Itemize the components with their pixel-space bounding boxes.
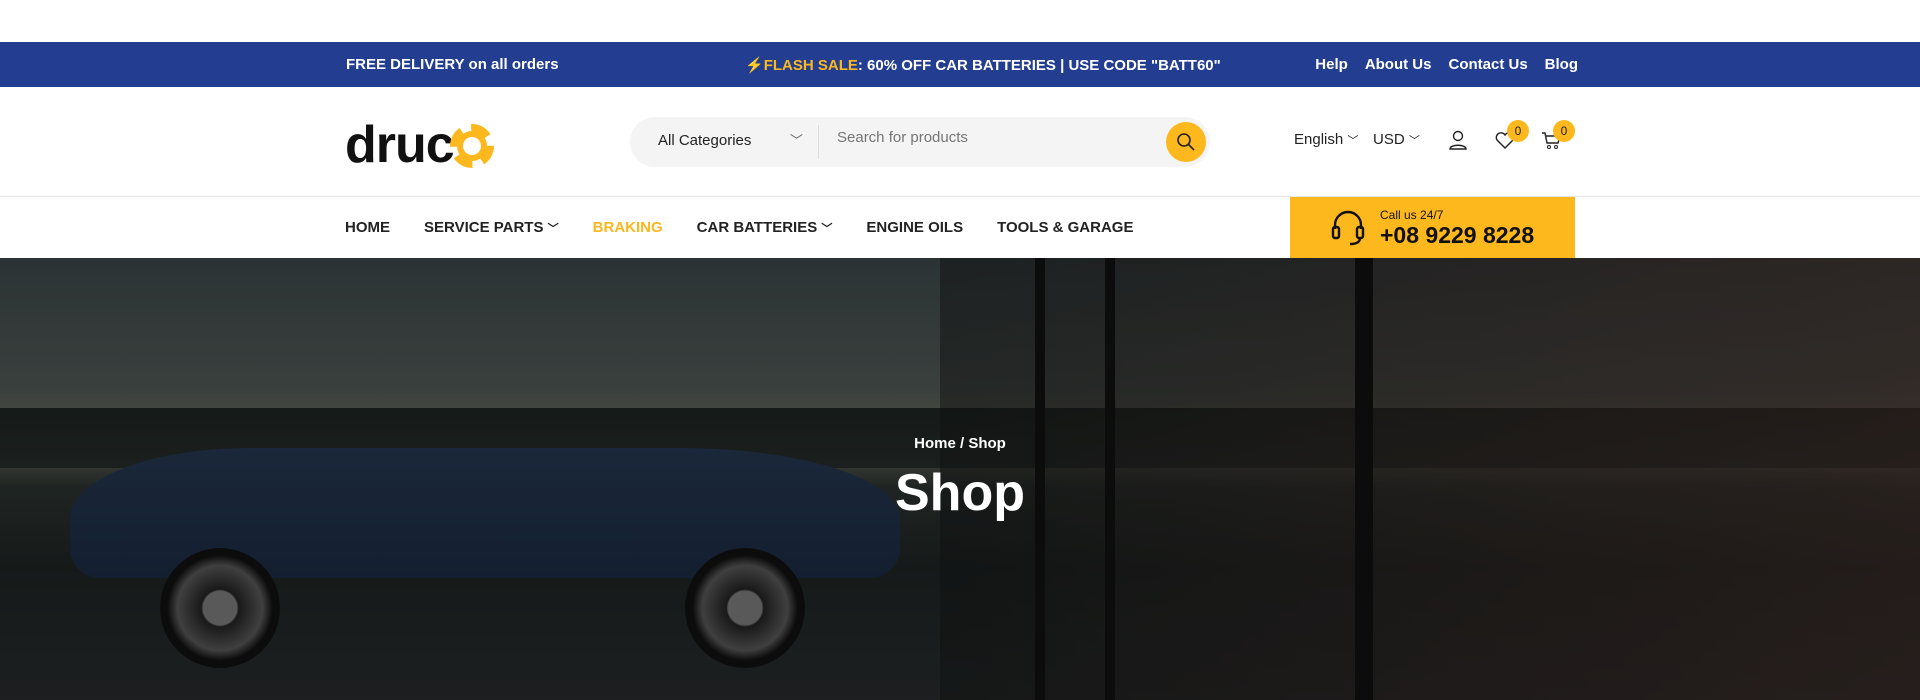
about-link[interactable]: About Us — [1365, 56, 1432, 73]
lightning-icon: ⚡ — [745, 57, 764, 74]
nav-label: SERVICE PARTS — [424, 219, 544, 236]
header: druc All Categories ﹀ English ﹀ USD ﹀ 0 … — [0, 87, 1920, 197]
chevron-down-icon: ﹀ — [547, 223, 559, 235]
contact-link[interactable]: Contact Us — [1448, 56, 1527, 73]
hero-banner: Home / Shop Shop — [0, 258, 1920, 700]
flash-sale-banner: ⚡FLASH SALE: 60% OFF CAR BATTERIES | USE… — [745, 56, 1221, 74]
breadcrumb-home[interactable]: Home — [914, 435, 956, 452]
main-nav: HOME SERVICE PARTS ﹀ BRAKING CAR BATTERI… — [0, 197, 1920, 258]
headset-icon — [1331, 210, 1365, 246]
nav-braking[interactable]: BRAKING — [593, 219, 663, 236]
breadcrumb-separator: / — [960, 435, 965, 452]
nav-label: CAR BATTERIES — [696, 219, 818, 236]
search-input[interactable] — [837, 129, 1137, 146]
call-us-box[interactable]: Call us 24/7 +08 9229 8228 — [1290, 197, 1575, 258]
category-select[interactable]: All Categories — [658, 132, 751, 149]
currency-label: USD — [1373, 131, 1405, 148]
phone-number: +08 9229 8228 — [1380, 222, 1535, 248]
nav-car-batteries[interactable]: CAR BATTERIES ﹀ — [697, 219, 833, 236]
chevron-down-icon: ﹀ — [1347, 135, 1359, 147]
breadcrumb-current: Shop — [968, 435, 1006, 452]
account-icon[interactable] — [1448, 130, 1468, 155]
search-button[interactable] — [1166, 122, 1206, 162]
currency-select[interactable]: USD ﹀ — [1373, 131, 1420, 148]
help-link[interactable]: Help — [1315, 56, 1348, 73]
chevron-down-icon: ﹀ — [821, 223, 833, 235]
divider — [818, 125, 819, 159]
wishlist-count: 0 — [1507, 120, 1529, 142]
search-bar: All Categories ﹀ — [630, 117, 1210, 167]
flash-sale-label: FLASH SALE — [763, 57, 858, 74]
cart-button[interactable]: 0 — [1541, 120, 1575, 155]
language-label: English — [1294, 131, 1344, 148]
flash-sale-text: : 60% OFF CAR BATTERIES | USE CODE "BATT… — [857, 57, 1221, 74]
search-icon — [1177, 133, 1195, 151]
language-select[interactable]: English ﹀ — [1294, 131, 1358, 148]
breadcrumb: Home / Shop — [0, 435, 1920, 452]
chevron-down-icon[interactable]: ﹀ — [790, 130, 803, 149]
chevron-down-icon: ﹀ — [1408, 135, 1420, 147]
cart-count: 0 — [1553, 120, 1575, 142]
top-bar: FREE DELIVERY on all orders ⚡FLASH SALE:… — [0, 42, 1920, 87]
nav-tools-garage[interactable]: TOOLS & GARAGE — [997, 219, 1133, 236]
nav-home[interactable]: HOME — [345, 219, 390, 236]
blog-link[interactable]: Blog — [1545, 56, 1578, 73]
call-label: Call us 24/7 — [1380, 208, 1444, 222]
page-title: Shop — [895, 464, 1025, 522]
nav-service-parts[interactable]: SERVICE PARTS ﹀ — [424, 219, 559, 236]
delivery-text: FREE DELIVERY on all orders — [346, 56, 559, 73]
wishlist-button[interactable]: 0 — [1495, 120, 1529, 155]
logo-text: druc — [345, 116, 455, 174]
nav-engine-oils[interactable]: ENGINE OILS — [866, 219, 963, 236]
gear-icon — [449, 124, 494, 168]
logo[interactable]: druc — [345, 115, 494, 175]
